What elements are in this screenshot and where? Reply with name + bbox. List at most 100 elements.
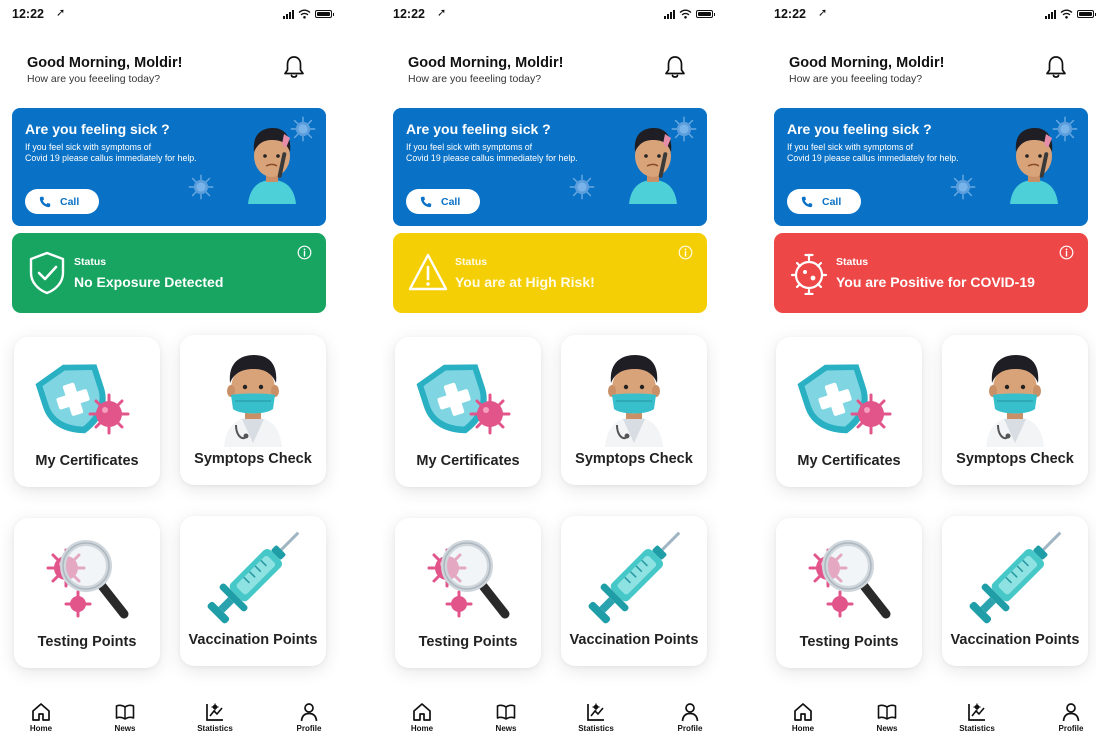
sick-person-illustration <box>248 128 296 204</box>
tab-label: News <box>495 724 517 733</box>
status-value: You are at High Risk! <box>455 274 595 290</box>
status-value: You are Positive for COVID-19 <box>836 274 1035 290</box>
syringe-icon <box>180 528 326 628</box>
info-icon[interactable] <box>297 245 312 260</box>
person-icon <box>279 702 339 722</box>
tile-label: My Certificates <box>35 453 139 469</box>
tile-label: My Certificates <box>797 453 901 469</box>
call-button[interactable]: Call <box>25 189 99 214</box>
phone-screen-2: 12:22 ➚ Good Morning, Moldir! How are yo… <box>381 0 721 740</box>
exposure-status-card[interactable]: Status You are at High Risk! <box>393 233 707 313</box>
tile-testing-points[interactable]: Testing Points <box>395 518 541 668</box>
tile-vaccination-points[interactable]: Vaccination Points <box>180 516 326 666</box>
system-status-bar: 12:22 ➚ <box>774 6 1096 24</box>
person-icon <box>660 702 720 722</box>
tile-vaccination-points[interactable]: Vaccination Points <box>942 516 1088 666</box>
system-status-bar: 12:22 ➚ <box>393 6 715 24</box>
home-icon <box>773 702 833 722</box>
info-icon[interactable] <box>678 245 693 260</box>
chart-icon <box>185 702 245 722</box>
tab-label: Home <box>410 724 434 733</box>
status-label: Status <box>74 256 107 268</box>
exposure-status-card[interactable]: Status No Exposure Detected <box>12 233 326 313</box>
tile-symptops-check[interactable]: Symptops Check <box>180 335 326 485</box>
chart-icon <box>566 702 626 722</box>
tile-vaccination-points[interactable]: Vaccination Points <box>561 516 707 666</box>
greeting-subtitle: How are you feeeling today? <box>408 73 542 85</box>
tab-news[interactable]: News <box>476 700 536 733</box>
sick-card-text-line-2: Covid 19 please callus immediately for h… <box>25 153 197 163</box>
phone-screen-1: 12:22 ➚ Good Morning, Moldir! How are yo… <box>0 0 340 740</box>
sick-person-illustration <box>629 128 677 204</box>
tile-my-certificates[interactable]: My Certificates <box>14 337 160 487</box>
exposure-status-card[interactable]: Status You are Positive for COVID-19 <box>774 233 1088 313</box>
tab-statistics[interactable]: Statistics <box>185 700 245 733</box>
info-icon[interactable] <box>1059 245 1074 260</box>
tab-home[interactable]: Home <box>392 700 452 733</box>
virus-decoration-icon <box>950 174 976 205</box>
notification-bell-icon[interactable] <box>664 55 686 79</box>
shield-virus-icon <box>14 349 160 449</box>
virus-decoration-icon <box>188 174 214 205</box>
home-icon <box>11 702 71 722</box>
tab-label: News <box>876 724 898 733</box>
tab-statistics[interactable]: Statistics <box>947 700 1007 733</box>
feeling-sick-card: Are you feeling sick ? If you feel sick … <box>774 108 1088 226</box>
feeling-sick-card: Are you feeling sick ? If you feel sick … <box>393 108 707 226</box>
magnifier-virus-icon <box>776 530 922 630</box>
syringe-icon <box>561 528 707 628</box>
notification-bell-icon[interactable] <box>1045 55 1067 79</box>
doctor-mask-icon <box>942 347 1088 447</box>
tile-label: My Certificates <box>416 453 520 469</box>
status-label: Status <box>455 256 488 268</box>
tile-testing-points[interactable]: Testing Points <box>776 518 922 668</box>
status-value: No Exposure Detected <box>74 274 224 290</box>
tab-profile[interactable]: Profile <box>279 700 339 733</box>
sick-card-text-line-2: Covid 19 please callus immediately for h… <box>787 153 959 163</box>
sick-card-text-line-1: If you feel sick with symptoms of <box>406 142 533 152</box>
sick-card-title: Are you feeling sick ? <box>406 121 551 137</box>
tile-my-certificates[interactable]: My Certificates <box>776 337 922 487</box>
call-button-label: Call <box>441 195 461 208</box>
tab-label: Home <box>29 724 53 733</box>
tile-symptops-check[interactable]: Symptops Check <box>561 335 707 485</box>
virus-icon <box>789 251 829 297</box>
tab-news[interactable]: News <box>95 700 155 733</box>
greeting-subtitle: How are you feeeling today? <box>27 73 161 85</box>
tile-my-certificates[interactable]: My Certificates <box>395 337 541 487</box>
tab-statistics[interactable]: Statistics <box>566 700 626 733</box>
notification-bell-icon[interactable] <box>283 55 305 79</box>
tile-testing-points[interactable]: Testing Points <box>14 518 160 668</box>
tab-profile[interactable]: Profile <box>660 700 720 733</box>
warning-triangle-icon <box>408 251 448 295</box>
call-button[interactable]: Call <box>787 189 861 214</box>
magnifier-virus-icon <box>395 530 541 630</box>
system-status-bar: 12:22 ➚ <box>12 6 334 24</box>
tab-home[interactable]: Home <box>11 700 71 733</box>
tab-profile[interactable]: Profile <box>1041 700 1096 733</box>
wifi-icon <box>679 9 692 19</box>
person-icon <box>1041 702 1096 722</box>
tab-label: Statistics <box>959 724 995 733</box>
location-arrow-icon: ➚ <box>56 7 66 19</box>
phone-icon <box>801 196 813 207</box>
tab-home[interactable]: Home <box>773 700 833 733</box>
call-button-label: Call <box>60 195 80 208</box>
tab-label: Statistics <box>578 724 614 733</box>
tab-label: Home <box>791 724 815 733</box>
syringe-icon <box>942 528 1088 628</box>
tab-label: Profile <box>1058 724 1084 733</box>
book-icon <box>476 702 536 722</box>
signal-icon <box>1045 9 1056 19</box>
wifi-icon <box>1060 9 1073 19</box>
signal-icon <box>664 9 675 19</box>
tab-news[interactable]: News <box>857 700 917 733</box>
tile-label: Testing Points <box>799 634 899 650</box>
greeting-subtitle: How are you feeeling today? <box>789 73 923 85</box>
tile-label: Vaccination Points <box>950 632 1080 648</box>
call-button[interactable]: Call <box>406 189 480 214</box>
phone-icon <box>420 196 432 207</box>
clock: 12:22 <box>774 7 806 21</box>
tile-symptops-check[interactable]: Symptops Check <box>942 335 1088 485</box>
battery-icon <box>696 10 715 18</box>
